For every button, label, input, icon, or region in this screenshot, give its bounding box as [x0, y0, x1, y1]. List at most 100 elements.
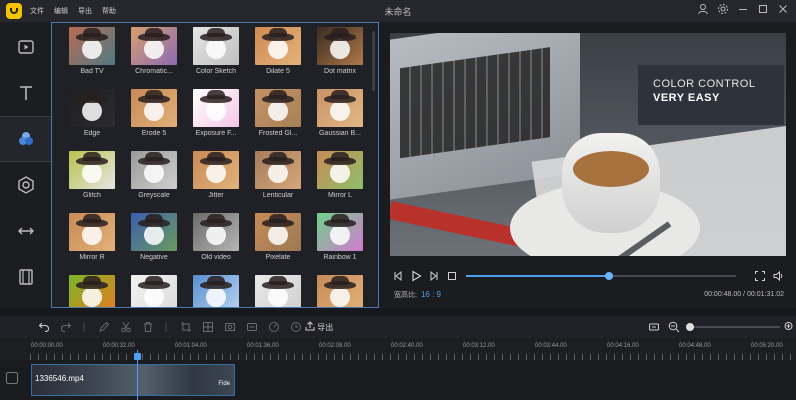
fullscreen-icon[interactable] [754, 270, 766, 285]
volume-icon[interactable] [772, 270, 784, 285]
effect-thumbnail [255, 89, 301, 127]
menu-file[interactable]: 文件 [30, 6, 44, 16]
aspect-ratio[interactable]: 宽高比: 16 : 9 [394, 290, 441, 300]
effect-thumbnail [193, 27, 239, 65]
play-icon[interactable] [410, 270, 422, 285]
rail-item-overlays[interactable] [0, 162, 51, 208]
effect-thumbnail [131, 27, 177, 65]
effect-label: Old video [201, 254, 231, 261]
playback-progress-handle[interactable] [605, 272, 614, 280]
effect-item[interactable] [126, 275, 182, 307]
rail-item-text[interactable] [0, 70, 51, 116]
stop-icon[interactable] [446, 270, 458, 285]
rail-item-media[interactable] [0, 24, 51, 70]
zoom-out-icon[interactable] [668, 321, 680, 336]
edit-icon[interactable] [98, 321, 110, 336]
effect-thumbnail [193, 89, 239, 127]
prev-frame-icon[interactable] [392, 270, 404, 285]
effect-item[interactable] [312, 275, 368, 307]
effect-label: Dilate 5 [266, 68, 290, 75]
aspect-ratio-value[interactable]: 16 : 9 [421, 290, 441, 299]
user-icon[interactable] [696, 3, 710, 17]
video-preview[interactable]: COLOR CONTROL VERY EASY [390, 33, 786, 256]
crop-icon[interactable] [180, 321, 192, 336]
effect-item[interactable]: Old video [188, 213, 244, 270]
ruler-tick-label: 00:05:20.00 [751, 343, 783, 349]
menu-export[interactable]: 导出 [78, 6, 92, 16]
effect-item[interactable]: Gaussian B... [312, 89, 368, 146]
rail-item-elements[interactable] [0, 254, 51, 300]
effect-item[interactable]: Lenticular [250, 151, 306, 208]
freeze-frame-icon[interactable] [224, 321, 236, 336]
export-button[interactable]: 导出 [305, 321, 333, 333]
effect-thumbnail [69, 275, 115, 307]
mosaic-icon[interactable] [202, 321, 214, 336]
effect-thumbnail [131, 275, 177, 307]
effect-item[interactable]: Dot matrix [312, 27, 368, 84]
effect-item[interactable]: Chromatic... [126, 27, 182, 84]
menu-edit[interactable]: 编辑 [54, 6, 68, 16]
media-icon [17, 40, 34, 54]
effect-item[interactable]: Negative [126, 213, 182, 270]
duration-icon[interactable] [290, 321, 302, 336]
effect-item[interactable]: Mirror L [312, 151, 368, 208]
effect-item[interactable]: Greyscale [126, 151, 182, 208]
effect-thumbnail [255, 151, 301, 189]
redo-icon[interactable] [60, 321, 72, 336]
menu-bar: 文件 编辑 导出 帮助 [30, 6, 126, 16]
effect-item[interactable]: Erode 5 [126, 89, 182, 146]
ruler-tick-label: 00:01:04.00 [175, 343, 207, 349]
minimize-icon[interactable] [736, 3, 750, 17]
effect-label: Pixelate [265, 254, 291, 261]
film-icon [18, 269, 33, 285]
transitions-icon [17, 227, 34, 235]
effect-thumbnail [69, 89, 115, 127]
effect-item[interactable]: Pixelate [250, 213, 306, 270]
close-icon[interactable] [776, 3, 790, 17]
effect-label: Erode 5 [141, 130, 167, 137]
effect-item[interactable]: Rainbow 1 [312, 213, 368, 270]
zoom-slider-handle[interactable] [686, 323, 694, 331]
audio-icon[interactable] [246, 321, 258, 336]
speed-icon[interactable] [268, 321, 280, 336]
delete-icon[interactable] [142, 321, 154, 336]
video-editor-app: 文件 编辑 导出 帮助 未命名 Bad TV Chromatic... Colo… [0, 0, 796, 400]
effect-item[interactable] [64, 275, 120, 307]
clip-name: 1336546.mp4 [35, 374, 84, 383]
split-icon[interactable] [120, 321, 132, 336]
maximize-icon[interactable] [756, 3, 770, 17]
effect-item[interactable]: Frosted Gl... [250, 89, 306, 146]
preview-caption: COLOR CONTROL VERY EASY [638, 65, 784, 125]
rail-item-filters[interactable] [0, 116, 51, 162]
menu-help[interactable]: 帮助 [102, 6, 116, 16]
effect-item[interactable]: Glitch [64, 151, 120, 208]
zoom-slider[interactable] [686, 323, 780, 331]
effect-label: Jitter [208, 192, 224, 199]
effect-item[interactable] [250, 275, 306, 307]
timeline-ruler[interactable]: 00:00:00.00 00:00:32.00 00:01:04.00 00:01:3… [0, 338, 796, 360]
ruler-tick-label: 00:01:36.00 [247, 343, 279, 349]
effect-item[interactable]: Mirror R [64, 213, 120, 270]
video-clip[interactable]: 1336546.mp4 Fide [31, 364, 235, 396]
next-frame-icon[interactable] [428, 270, 440, 285]
effects-scrollbar[interactable] [372, 31, 375, 91]
effect-item[interactable]: Jitter [188, 151, 244, 208]
playhead-handle[interactable] [134, 353, 141, 360]
playback-progress[interactable] [466, 272, 736, 280]
effect-item[interactable]: Exposure F... [188, 89, 244, 146]
effect-item[interactable]: Bad TV [64, 27, 120, 84]
settings-icon[interactable] [716, 3, 730, 17]
timeline-toolbar: 导出 [0, 316, 796, 338]
rail-item-transitions[interactable] [0, 208, 51, 254]
effect-item[interactable]: Dilate 5 [250, 27, 306, 84]
fit-timeline-icon[interactable] [648, 321, 660, 336]
track-lock-icon[interactable] [6, 372, 18, 384]
zoom-in-icon[interactable] [784, 321, 794, 336]
effect-item[interactable] [188, 275, 244, 307]
playback-controls [390, 268, 786, 284]
effect-item[interactable]: Edge [64, 89, 120, 146]
effect-item[interactable]: Color Sketch [188, 27, 244, 84]
effect-thumbnail [317, 27, 363, 65]
effect-thumbnail [193, 275, 239, 307]
undo-icon[interactable] [38, 321, 50, 336]
